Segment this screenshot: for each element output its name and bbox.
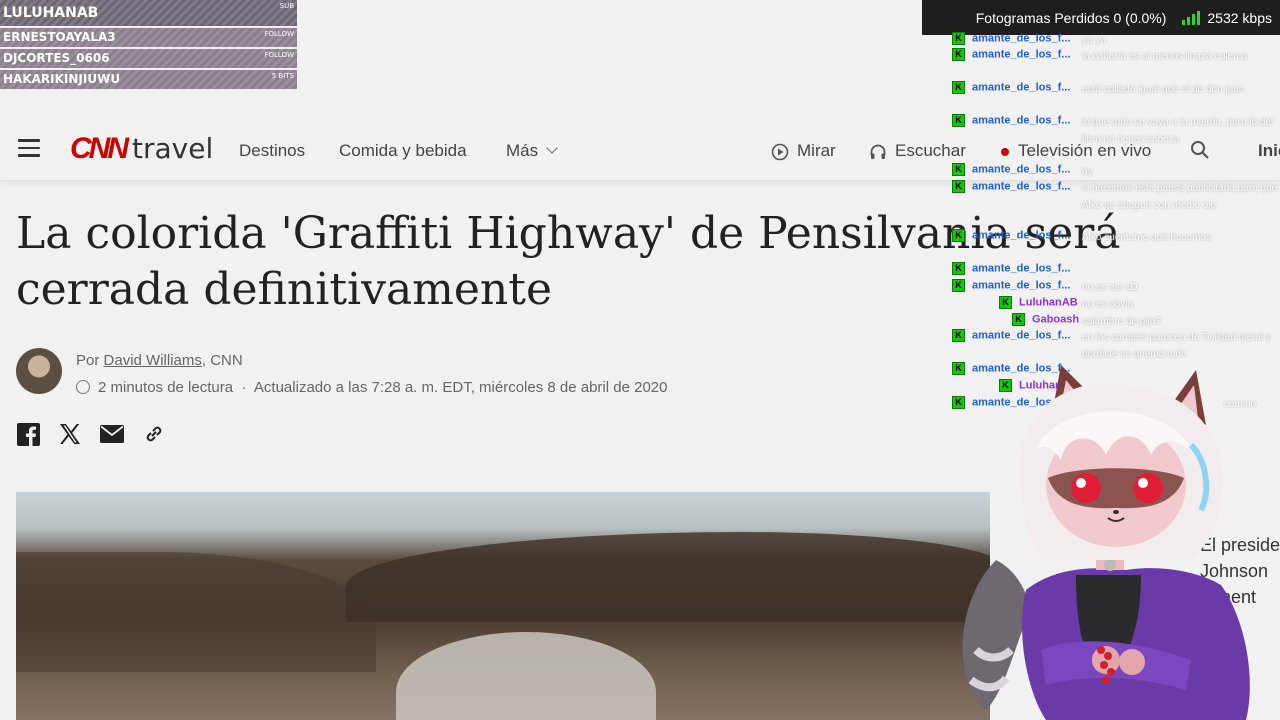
alert-row: DJCORTES_0606 FOLLOW bbox=[0, 49, 297, 68]
kick-badge-icon: K bbox=[952, 329, 965, 342]
alert-type: FOLLOW bbox=[264, 51, 294, 59]
byline-prefix: Por bbox=[76, 352, 104, 369]
facebook-icon[interactable] bbox=[16, 422, 40, 446]
byline-meta-line: 2 minutos de lectura · Actualizado a las… bbox=[76, 379, 667, 396]
frames-lost: Fotogramas Perdidos 0 (0.0%) bbox=[975, 9, 1167, 26]
chat-text: está callado igual que el de don juan bbox=[1082, 84, 1245, 95]
stream-stats-bar: Fotogramas Perdidos 0 (0.0%) 2532 kbps bbox=[922, 0, 1280, 35]
listen-label: Escuchar bbox=[895, 141, 966, 160]
chat-message: K Gaboash calambre de pija? bbox=[1012, 313, 1161, 327]
bitrate: 2532 kbps bbox=[1207, 9, 1272, 26]
hero-image bbox=[16, 492, 990, 720]
logo-section: travel bbox=[132, 132, 214, 165]
chat-username[interactable]: amante_de_los_f... bbox=[972, 33, 1070, 45]
chat-username[interactable]: LuluhanAB bbox=[1019, 297, 1078, 309]
chat-text: no es obvio bbox=[1082, 299, 1134, 310]
x-icon[interactable] bbox=[58, 422, 82, 446]
author-link[interactable]: David Williams bbox=[104, 352, 202, 369]
logo-brand: CNN bbox=[70, 132, 129, 165]
chat-message: Kamante_de_los_f... está callado igual qu… bbox=[952, 81, 1244, 95]
chat-message: Kamante_de_los_f... bbox=[952, 262, 1070, 275]
chat-message: Kamante_de_los_f... ay bbox=[952, 163, 1093, 177]
chat-text: lo que todo se vaya a la mierda, pero lo… bbox=[1082, 117, 1274, 145]
chat-message: Kamante_de_los_f... la cañería es al meno… bbox=[952, 48, 1247, 62]
signal-strength-icon bbox=[1182, 10, 1201, 25]
chat-username[interactable]: amante_de_los_f... bbox=[972, 330, 1070, 342]
byline-author-line: Por David Williams, CNN bbox=[76, 352, 243, 369]
kick-badge-icon: K bbox=[952, 114, 965, 127]
headphones-icon bbox=[870, 144, 886, 159]
nav-mas-label: Más bbox=[506, 141, 539, 160]
chat-text: en los carteles parecen de Twisted metal… bbox=[1082, 332, 1271, 360]
chat-message: Kamante_de_los_f... ya ya bbox=[952, 32, 1106, 46]
watch-link[interactable]: Mirar bbox=[771, 141, 836, 161]
vtuber-avatar bbox=[962, 365, 1250, 720]
updated-timestamp: Actualizado a las 7:28 a. m. EDT, miérco… bbox=[253, 379, 668, 396]
chat-text: la cañería es al menos limpia eulerca bbox=[1082, 51, 1248, 62]
chat-username[interactable]: amante_de_los_f... bbox=[972, 263, 1070, 275]
kick-badge-icon: K bbox=[952, 81, 965, 94]
chat-username[interactable]: amante_de_los_f... bbox=[972, 280, 1070, 292]
chat-text: ya ya bbox=[1082, 35, 1106, 46]
chat-username[interactable]: amante_de_los_f... bbox=[972, 115, 1070, 127]
nav-mas[interactable]: Más bbox=[506, 141, 558, 161]
kick-badge-icon: K bbox=[1012, 313, 1025, 326]
live-dot-icon bbox=[1001, 147, 1009, 156]
kick-badge-icon: K bbox=[952, 229, 965, 242]
alert-user: HAKARIKINJIUWU bbox=[3, 72, 121, 86]
author-avatar bbox=[16, 348, 62, 394]
chat-message: Kamante_de_los_f... lo que todo se vaya a… bbox=[952, 114, 1273, 145]
alert-user: DJCORTES_0606 bbox=[3, 51, 110, 65]
recent-events-panel: LULUHANAB SUB ERNESTOAYALA3 FOLLOW DJCORTE… bbox=[0, 0, 297, 91]
alert-row: LULUHANAB SUB bbox=[0, 0, 297, 26]
chat-text: si hacemos esta pausa publicitaria para … bbox=[1082, 183, 1278, 211]
chat-text: calambre de pija? bbox=[1082, 316, 1161, 327]
chat-message: Kamante_de_los_f... no es así xD bbox=[952, 279, 1138, 293]
chat-text: Alko cuéntame qué hacemos bbox=[1082, 232, 1211, 243]
kick-badge-icon: K bbox=[952, 163, 965, 176]
email-icon[interactable] bbox=[100, 422, 124, 446]
chat-username[interactable]: amante_de_los_f... bbox=[972, 164, 1070, 176]
kick-badge-icon: K bbox=[952, 262, 965, 275]
kick-badge-icon: K bbox=[952, 279, 965, 292]
alert-user: ERNESTOAYALA3 bbox=[3, 30, 116, 44]
clock-icon bbox=[76, 380, 90, 395]
chat-username[interactable]: amante_de_los_f... bbox=[972, 230, 1070, 242]
nav-destinos[interactable]: Destinos bbox=[239, 141, 305, 161]
chat-message: Kamante_de_los_f... si hacemos esta pausa… bbox=[952, 180, 1277, 211]
alert-row: HAKARIKINJIUWU 5 BITS bbox=[0, 70, 297, 89]
chat-username[interactable]: amante_de_los_f... bbox=[972, 82, 1070, 94]
kick-badge-icon: K bbox=[952, 180, 965, 193]
chevron-down-icon bbox=[546, 142, 558, 154]
alert-row: ERNESTOAYALA3 FOLLOW bbox=[0, 28, 297, 47]
cnn-travel-logo[interactable]: CNN travel bbox=[70, 132, 213, 166]
watch-label: Mirar bbox=[797, 141, 836, 160]
kick-badge-icon: K bbox=[952, 48, 965, 61]
alert-user: LULUHANAB bbox=[3, 5, 99, 21]
byline-source: , CNN bbox=[201, 352, 243, 369]
chat-text: ay bbox=[1082, 166, 1093, 177]
chat-message: K LuluhanAB no es obvio bbox=[999, 296, 1133, 310]
alert-type: SUB bbox=[279, 2, 294, 10]
chat-username[interactable]: amante_de_los_f... bbox=[972, 49, 1070, 61]
link-icon[interactable] bbox=[142, 422, 166, 446]
listen-link[interactable]: Escuchar bbox=[869, 141, 966, 161]
nav-comida-y-bebida[interactable]: Comida y bebida bbox=[339, 141, 467, 161]
chat-username[interactable]: amante_de_los_f... bbox=[972, 181, 1070, 193]
share-bar bbox=[16, 422, 166, 446]
play-circle-icon bbox=[771, 143, 789, 160]
read-time: 2 minutos de lectura bbox=[98, 379, 234, 396]
chat-message: Kamante_de_los_f... en los carteles parec… bbox=[952, 329, 1271, 360]
kick-badge-icon: K bbox=[952, 32, 965, 45]
alert-type: FOLLOW bbox=[264, 30, 294, 38]
chat-message: Kamante_de_los_f... Alko cuéntame qué hac… bbox=[952, 229, 1211, 243]
chat-username[interactable]: Gaboash bbox=[1032, 314, 1079, 326]
menu-icon[interactable] bbox=[18, 139, 40, 157]
alert-type: 5 BITS bbox=[271, 72, 294, 80]
chat-text: no es así xD bbox=[1082, 282, 1138, 293]
kick-badge-icon: K bbox=[999, 296, 1012, 309]
